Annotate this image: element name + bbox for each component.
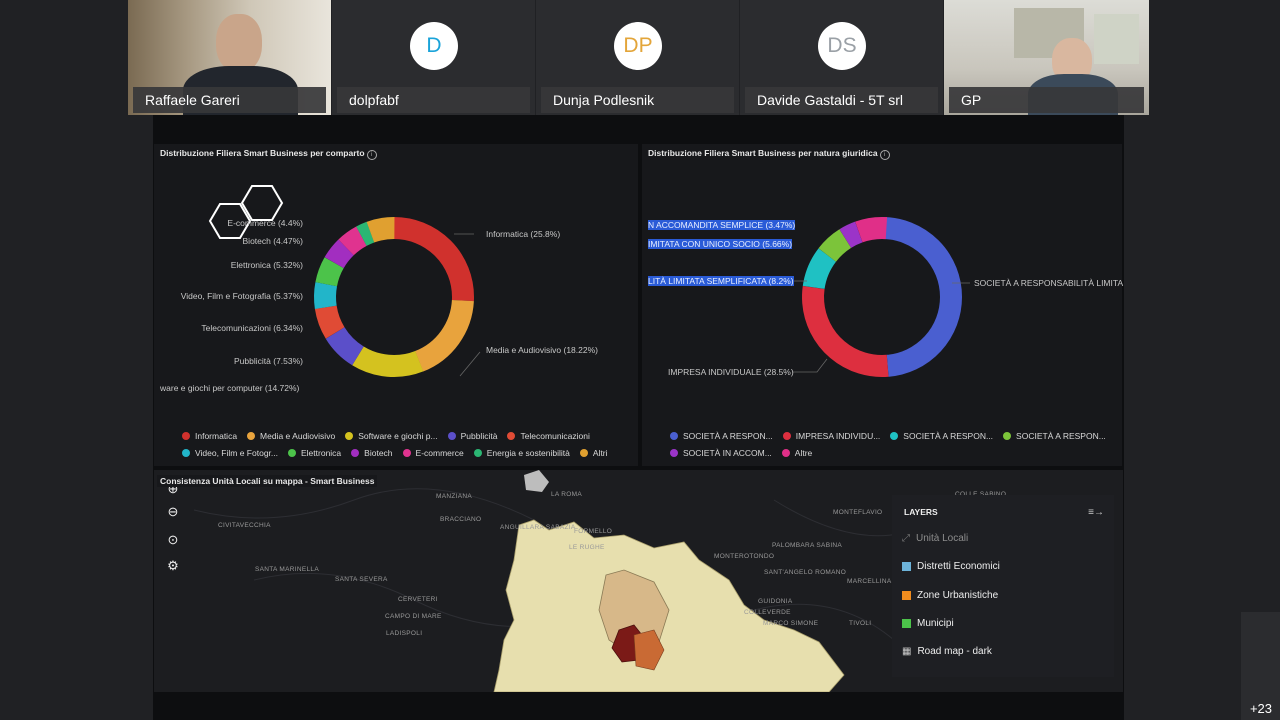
legend-item[interactable]: Software e giochi p... xyxy=(345,431,438,441)
map-region-lake xyxy=(524,470,549,492)
locate-button[interactable]: ⊙ xyxy=(164,531,182,549)
legend-item[interactable]: Elettronica xyxy=(288,448,341,458)
place-label: LA ROMA xyxy=(551,491,582,498)
route-icon: ⤢ xyxy=(902,533,910,544)
participant-tile[interactable]: Raffaele Gareri xyxy=(128,0,331,115)
layer-item[interactable]: ▦ Road map - dark xyxy=(902,646,992,657)
legend-item[interactable]: E-commerce xyxy=(402,448,464,458)
participant-name: Davide Gastaldi - 5T srl xyxy=(745,87,938,113)
place-label: FORMELLO xyxy=(574,528,613,535)
layer-item[interactable]: Zone Urbanistiche xyxy=(902,590,998,601)
label-software: ware e giochi per computer (14.72%) xyxy=(160,383,300,393)
label-impresa: IMPRESA INDIVIDUALE (28.5%) xyxy=(668,367,794,377)
place-label: MONTEFLAVIO xyxy=(833,509,883,516)
leader-line xyxy=(459,351,481,377)
place-label: CAMPO DI MARE xyxy=(385,613,442,620)
place-label: SANTA MARINELLA xyxy=(255,566,319,573)
participant-tile[interactable]: D dolpfabf xyxy=(332,0,535,115)
person-head xyxy=(216,14,262,72)
participant-name: Raffaele Gareri xyxy=(133,87,326,113)
label-accomandita: N ACCOMANDITA SEMPLICE (3.47%) xyxy=(648,220,796,230)
layer-item[interactable]: Municipi xyxy=(902,618,954,629)
place-label: COLLEVERDE xyxy=(744,609,791,616)
place-label: TIVOLI xyxy=(849,620,872,627)
place-label: MARCO SIMONE xyxy=(763,620,819,627)
label-informatica: Informatica (25.8%) xyxy=(486,229,561,239)
place-label: GUIDONIA xyxy=(758,598,793,605)
layer-swatch xyxy=(902,619,911,628)
label-telecom: Telecomunicazioni (6.34%) xyxy=(201,323,303,333)
chart-legend: SOCIETÀ A RESPON... IMPRESA INDIVIDU... … xyxy=(670,431,1106,465)
map-road xyxy=(193,488,535,521)
layers-title: LAYERS xyxy=(904,507,938,517)
place-label: SANTA SEVERA xyxy=(335,576,388,583)
participant-name: Dunja Podlesnik xyxy=(541,87,734,113)
place-label: BRACCIANO xyxy=(440,516,482,523)
place-label: LE RUGHE xyxy=(569,544,605,551)
participant-tile[interactable]: GP xyxy=(944,0,1149,115)
chart-panel-comparto: Distribuzione Filiera Smart Business per… xyxy=(154,144,638,466)
wall-poster xyxy=(1094,14,1139,64)
map-title: Consistenza Unità Locali su mappa - Smar… xyxy=(157,475,378,487)
participant-avatar: DP xyxy=(614,22,662,70)
legend-item[interactable]: SOCIETÀ A RESPON... xyxy=(890,431,993,441)
legend-item[interactable]: Video, Film e Fotogr... xyxy=(182,448,278,458)
label-semplificata: LITÀ LIMITATA SEMPLIFICATA (8.2%) xyxy=(648,276,794,286)
place-label: LADISPOLI xyxy=(386,630,423,637)
legend-item[interactable]: Biotech xyxy=(351,448,393,458)
place-label: MANZIANA xyxy=(436,493,472,500)
map-panel: ⊕ ⊖ ⊙ ⚙ MANZIANA LA ROMA COLLE SABINO CI… xyxy=(154,470,1123,692)
layer-swatch xyxy=(902,562,911,571)
label-media: Media e Audiovisivo (18.22%) xyxy=(486,345,598,355)
label-pubblicita: Pubblicità (7.53%) xyxy=(234,356,303,366)
legend-item[interactable]: Pubblicità xyxy=(447,431,497,441)
layer-swatch xyxy=(902,591,911,600)
leader-line xyxy=(792,358,828,373)
label-ecommerce: E-commerce (4.4%) xyxy=(227,218,303,228)
settings-icon[interactable]: ⚙ xyxy=(164,557,182,575)
place-label: MARCELLINA xyxy=(847,578,892,585)
label-elettronica: Elettronica (5.32%) xyxy=(230,260,303,270)
label-unico-socio: IMITATA CON UNICO SOCIO (5.66%) xyxy=(648,239,793,249)
legend-item[interactable]: Altre xyxy=(781,448,812,458)
map-canvas[interactable]: ⊕ ⊖ ⊙ ⚙ MANZIANA LA ROMA COLLE SABINO CI… xyxy=(154,470,1123,692)
layers-panel: LAYERS ≡→ ⤢ Unità Locali Distretti Econom… xyxy=(892,495,1114,677)
participant-tile[interactable]: DS Davide Gastaldi - 5T srl xyxy=(740,0,943,115)
participant-tile[interactable]: DP Dunja Podlesnik xyxy=(536,0,739,115)
participant-avatar: D xyxy=(410,22,458,70)
legend-item[interactable]: SOCIETÀ A RESPON... xyxy=(1003,431,1106,441)
legend-item[interactable]: SOCIETÀ IN ACCOM... xyxy=(670,448,772,458)
legend-item[interactable]: Energia e sostenibilità xyxy=(473,448,570,458)
shared-screen: Distribuzione Filiera Smart Business per… xyxy=(153,115,1124,720)
legend-item[interactable]: SOCIETÀ A RESPON... xyxy=(670,431,773,441)
layer-item[interactable]: ⤢ Unità Locali xyxy=(902,533,968,544)
place-label: SANT'ANGELO ROMANO xyxy=(764,569,847,576)
layer-item[interactable]: Distretti Economici xyxy=(902,561,1000,572)
label-biotech: Biotech (4.47%) xyxy=(242,236,303,246)
grid-icon: ▦ xyxy=(902,646,912,657)
legend-item[interactable]: Altri xyxy=(579,448,608,458)
donut-chart xyxy=(208,185,481,377)
hexagon-annotation xyxy=(240,185,284,221)
more-participants-count[interactable]: +23 xyxy=(1250,701,1272,716)
legend-item[interactable]: Informatica xyxy=(182,431,237,441)
place-label: PALOMBARA SABINA xyxy=(772,542,843,549)
legend-item[interactable]: Telecomunicazioni xyxy=(507,431,590,441)
place-label: CIVITAVECCHIA xyxy=(218,522,271,529)
collapse-layers-icon[interactable]: ≡→ xyxy=(1088,507,1104,518)
participant-name: GP xyxy=(949,87,1144,113)
participant-name: dolpfabf xyxy=(337,87,530,113)
place-label: CERVETERI xyxy=(398,596,438,603)
chart-panel-natura-giuridica: Distribuzione Filiera Smart Business per… xyxy=(642,144,1124,466)
chart-legend: Informatica Media e Audiovisivo Software… xyxy=(182,431,608,465)
legend-item[interactable]: Media e Audiovisivo xyxy=(247,431,335,441)
place-label: MONTEROTONDO xyxy=(714,553,775,560)
participant-avatar: DS xyxy=(818,22,866,70)
donut-chart xyxy=(792,217,970,377)
legend-item[interactable]: IMPRESA INDIVIDU... xyxy=(782,431,880,441)
label-video: Video, Film e Fotografia (5.37%) xyxy=(180,291,303,301)
zoom-out-button[interactable]: ⊖ xyxy=(164,503,182,521)
place-label: ANGUILLARA SABAZIA xyxy=(500,524,576,531)
label-srl: SOCIETÀ A RESPONSABILITÀ LIMITA xyxy=(974,278,1124,288)
